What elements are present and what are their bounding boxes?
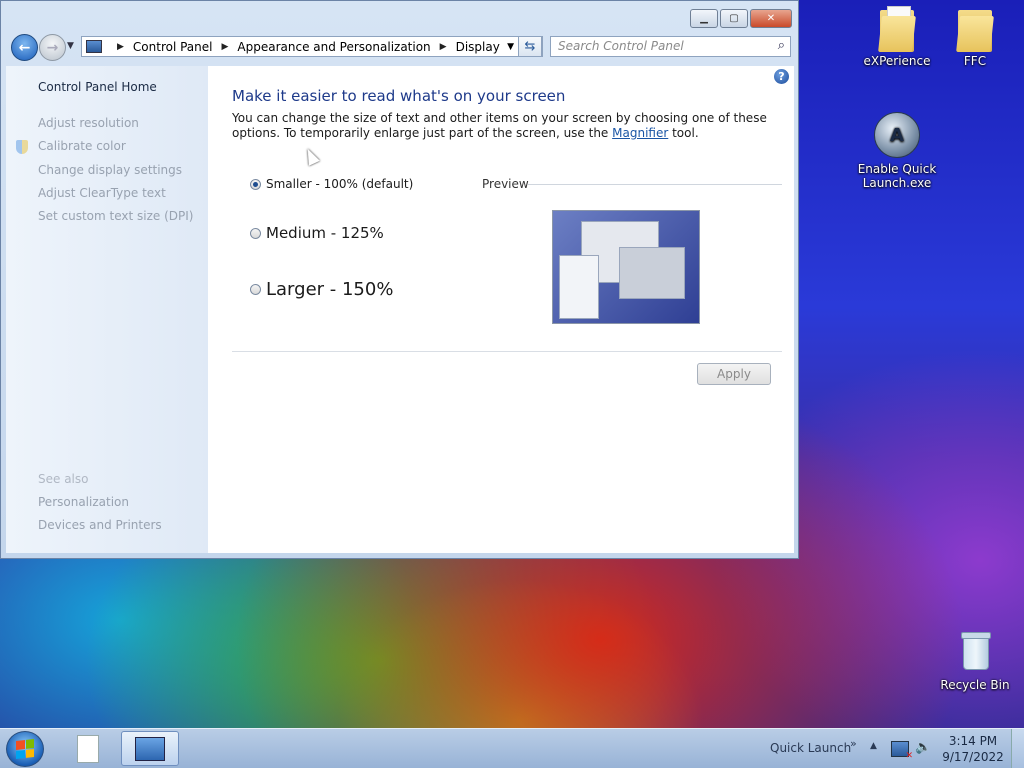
refresh-button[interactable]: ⇆	[518, 36, 542, 57]
refresh-icon: ⇆	[524, 39, 536, 54]
maximize-button[interactable]: ▢	[720, 9, 748, 28]
radio-button[interactable]	[250, 284, 261, 295]
sidebar-item-adjust-resolution[interactable]: Adjust resolution	[38, 116, 139, 130]
desktop-icon-enable-quick-launch[interactable]: A Enable Quick Launch.exe	[857, 112, 937, 190]
recycle-bin-icon	[959, 630, 991, 670]
breadcrumb-display[interactable]: Display	[456, 40, 500, 54]
option-label: Medium - 125%	[266, 224, 384, 242]
document-icon	[77, 735, 99, 763]
recent-pages-dropdown[interactable]: ▼	[67, 41, 74, 51]
option-larger[interactable]: Larger - 150%	[250, 279, 393, 300]
clock[interactable]: 3:14 PM 9/17/2022	[940, 733, 1006, 765]
windows-logo-icon	[16, 739, 34, 759]
show-hidden-icons-button[interactable]: ▲	[870, 741, 877, 751]
show-desktop-button[interactable]	[1011, 729, 1024, 768]
breadcrumb-appearance[interactable]: Appearance and Personalization	[237, 40, 430, 54]
sidebar-control-panel-home[interactable]: Control Panel Home	[38, 80, 157, 94]
option-smaller[interactable]: Smaller - 100% (default)	[250, 177, 413, 191]
control-panel-icon	[86, 40, 102, 53]
sidebar-item-custom-dpi[interactable]: Set custom text size (DPI)	[38, 209, 193, 223]
back-button[interactable]: ←	[11, 34, 38, 61]
desktop-icon-label: Enable Quick Launch.exe	[857, 162, 937, 190]
sidebar-item-adjust-cleartype[interactable]: Adjust ClearType text	[38, 186, 166, 200]
quick-launch-toolbar[interactable]: Quick Launch	[770, 741, 851, 755]
preview-label: Preview	[482, 177, 529, 191]
chevron-right-icon[interactable]: »	[850, 737, 857, 750]
see-also-heading: See also	[38, 472, 89, 486]
control-panel-window: ▁ ▢ ✕ ← → ▼ ▶ Control Panel ▶ Appearance…	[0, 0, 799, 559]
option-label: Larger - 150%	[266, 279, 394, 300]
radio-button[interactable]	[250, 178, 261, 190]
folder-icon	[956, 6, 994, 52]
option-label: Smaller - 100% (default)	[266, 177, 414, 191]
option-medium[interactable]: Medium - 125%	[250, 224, 384, 242]
breadcrumb-separator-icon[interactable]: ▶	[440, 42, 447, 52]
breadcrumb-separator-icon: ▶	[117, 41, 124, 52]
network-icon[interactable]	[891, 741, 913, 761]
search-input[interactable]: Search Control Panel ⌕	[550, 36, 791, 57]
window-content: Control Panel Home Adjust resolution Cal…	[6, 66, 794, 553]
search-icon[interactable]: ⌕	[778, 38, 785, 53]
taskbar: Quick Launch » ▲ 🔈 3:14 PM 9/17/2022	[0, 728, 1024, 768]
navigation-bar: ← → ▼ ▶ Control Panel ▶ Appearance and P…	[9, 33, 791, 61]
uac-shield-icon	[16, 140, 28, 154]
see-also-devices-printers[interactable]: Devices and Printers	[38, 518, 162, 532]
desktop-icon-recycle-bin[interactable]: Recycle Bin	[935, 630, 1015, 692]
address-dropdown-icon[interactable]: ▼	[507, 42, 514, 52]
arrow-right-icon: →	[46, 39, 59, 56]
magnifier-link[interactable]: Magnifier	[612, 126, 668, 140]
minimize-button[interactable]: ▁	[690, 9, 718, 28]
section-divider	[232, 351, 782, 352]
sidebar-item-calibrate-color[interactable]: Calibrate color	[38, 139, 126, 153]
search-placeholder: Search Control Panel	[558, 39, 684, 53]
radio-button[interactable]	[250, 227, 261, 239]
desktop-icon-label: FFC	[963, 54, 987, 68]
desktop-icon-label: eXPerience	[863, 54, 931, 68]
see-also-personalization[interactable]: Personalization	[38, 495, 129, 509]
preview-image	[552, 210, 700, 324]
app-launcher-icon: A	[874, 112, 920, 158]
volume-icon[interactable]: 🔈	[915, 740, 931, 755]
sidebar-item-change-display-settings[interactable]: Change display settings	[38, 163, 182, 177]
page-title: Make it easier to read what's on your sc…	[232, 87, 566, 105]
control-panel-icon	[135, 736, 165, 761]
page-description: You can change the size of text and othe…	[232, 111, 767, 140]
sidebar: Control Panel Home Adjust resolution Cal…	[6, 66, 208, 553]
address-bar[interactable]: ▶ Control Panel ▶ Appearance and Persona…	[81, 36, 543, 57]
forward-button[interactable]: →	[39, 34, 66, 61]
clock-date: 9/17/2022	[942, 750, 1004, 764]
desktop-icon-label: Recycle Bin	[940, 678, 1010, 692]
folder-icon	[878, 6, 916, 52]
main-panel: Make it easier to read what's on your sc…	[232, 66, 788, 553]
start-button[interactable]	[6, 731, 44, 767]
arrow-left-icon: ←	[18, 39, 31, 56]
close-button[interactable]: ✕	[750, 9, 792, 28]
desktop-icon-ffc[interactable]: FFC	[935, 6, 1015, 68]
breadcrumb-control-panel[interactable]: Control Panel	[133, 40, 213, 54]
preview-divider	[528, 184, 782, 185]
desktop-icon-experience[interactable]: eXPerience	[857, 6, 937, 68]
breadcrumb-separator-icon[interactable]: ▶	[222, 42, 229, 52]
apply-button[interactable]: Apply	[697, 363, 771, 385]
caption-buttons: ▁ ▢ ✕	[688, 9, 792, 28]
taskbar-notepad-button[interactable]	[64, 732, 112, 766]
clock-time: 3:14 PM	[948, 734, 998, 748]
taskbar-control-panel-button[interactable]	[121, 731, 179, 766]
